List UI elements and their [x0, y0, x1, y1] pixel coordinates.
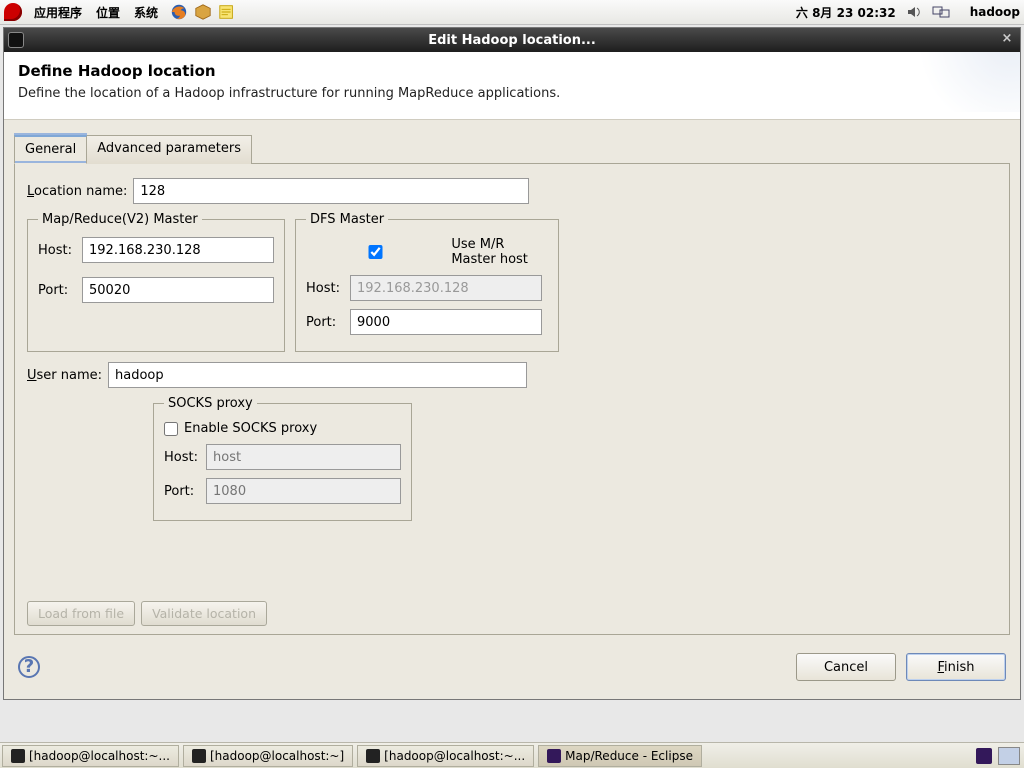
tab-bar: General Advanced parameters [14, 134, 1010, 163]
finish-button[interactable]: Finish [906, 653, 1006, 681]
edit-hadoop-location-dialog: Edit Hadoop location... × Define Hadoop … [3, 27, 1021, 700]
dfs-host-input [350, 275, 542, 301]
mr-host-input[interactable] [82, 237, 274, 263]
clock[interactable]: 六 8月 23 02:32 [796, 4, 896, 21]
help-icon[interactable]: ? [18, 656, 40, 678]
eclipse-icon [547, 749, 561, 763]
dialog-subheading: Define the location of a Hadoop infrastr… [18, 86, 1006, 101]
socks-host-label: Host: [164, 450, 200, 465]
dialog-footer: ? Cancel Finish [4, 643, 1020, 699]
close-icon[interactable]: × [999, 32, 1015, 48]
window-title: Edit Hadoop location... [428, 33, 596, 48]
socks-port-label: Port: [164, 484, 200, 499]
mr-port-label: Port: [38, 283, 76, 298]
gnome-top-panel: 应用程序 位置 系统 六 8月 23 02:32 hadoop [0, 0, 1024, 25]
enable-socks-label: Enable SOCKS proxy [184, 421, 317, 436]
validate-location-button[interactable]: Validate location [141, 601, 267, 626]
eclipse-tray-icon[interactable] [976, 748, 992, 764]
load-from-file-button[interactable]: Load from file [27, 601, 135, 626]
location-name-label: Location name: [27, 184, 127, 199]
terminal-icon [11, 749, 25, 763]
firefox-icon[interactable] [170, 3, 188, 21]
tab-general[interactable]: General [14, 135, 87, 164]
package-icon[interactable] [194, 3, 212, 21]
use-mr-host-checkbox[interactable] [306, 245, 445, 259]
titlebar[interactable]: Edit Hadoop location... × [4, 28, 1020, 52]
menu-system[interactable]: 系统 [128, 2, 164, 23]
dfs-port-input[interactable] [350, 309, 542, 335]
mr-host-label: Host: [38, 243, 76, 258]
network-icon[interactable] [932, 4, 952, 20]
terminal-icon [366, 749, 380, 763]
launcher-icons [170, 3, 236, 21]
user-menu[interactable]: hadoop [970, 5, 1020, 19]
top-panel-right: 六 8月 23 02:32 hadoop [796, 4, 1020, 21]
dialog-heading: Define Hadoop location [18, 62, 1006, 80]
username-label: User name: [27, 368, 102, 383]
gnome-bottom-panel: [hadoop@localhost:~... [hadoop@localhost… [0, 742, 1024, 768]
volume-icon[interactable] [906, 4, 922, 20]
enable-socks-checkbox[interactable] [164, 422, 178, 436]
terminal-icon [192, 749, 206, 763]
socks-proxy-group: SOCKS proxy Enable SOCKS proxy Host: Por… [153, 396, 412, 521]
socks-port-input [206, 478, 401, 504]
tab-general-panel: Location name: Map/Reduce(V2) Master Hos… [14, 163, 1010, 635]
tab-advanced[interactable]: Advanced parameters [86, 135, 252, 164]
cancel-button[interactable]: Cancel [796, 653, 896, 681]
menu-applications[interactable]: 应用程序 [28, 2, 88, 23]
taskbar-terminal-3[interactable]: [hadoop@localhost:~... [357, 745, 534, 767]
dfs-master-group: DFS Master Use M/R Master host Host: Por… [295, 212, 559, 352]
dialog-header: Define Hadoop location Define the locati… [4, 52, 1020, 120]
username-input[interactable] [108, 362, 527, 388]
action-buttons-row: Load from file Validate location [27, 601, 997, 626]
eclipse-icon [8, 32, 24, 48]
mr-port-input[interactable] [82, 277, 274, 303]
use-mr-host-label: Use M/R Master host [451, 237, 548, 267]
mr-master-group: Map/Reduce(V2) Master Host: Port: [27, 212, 285, 352]
dfs-host-label: Host: [306, 281, 344, 296]
menu-places[interactable]: 位置 [90, 2, 126, 23]
top-menu-bar: 应用程序 位置 系统 [4, 2, 164, 23]
notes-icon[interactable] [218, 3, 236, 21]
taskbar-terminal-2[interactable]: [hadoop@localhost:~] [183, 745, 353, 767]
dfs-port-label: Port: [306, 315, 344, 330]
redhat-icon [4, 3, 22, 21]
socks-legend: SOCKS proxy [164, 396, 257, 411]
dfs-master-legend: DFS Master [306, 212, 388, 227]
workspace-switcher[interactable] [998, 747, 1020, 765]
socks-host-input [206, 444, 401, 470]
taskbar-terminal-1[interactable]: [hadoop@localhost:~... [2, 745, 179, 767]
dialog-body: General Advanced parameters Location nam… [4, 120, 1020, 643]
mr-master-legend: Map/Reduce(V2) Master [38, 212, 202, 227]
banner-decoration [900, 52, 1020, 112]
location-name-input[interactable] [133, 178, 529, 204]
taskbar-eclipse[interactable]: Map/Reduce - Eclipse [538, 745, 702, 767]
